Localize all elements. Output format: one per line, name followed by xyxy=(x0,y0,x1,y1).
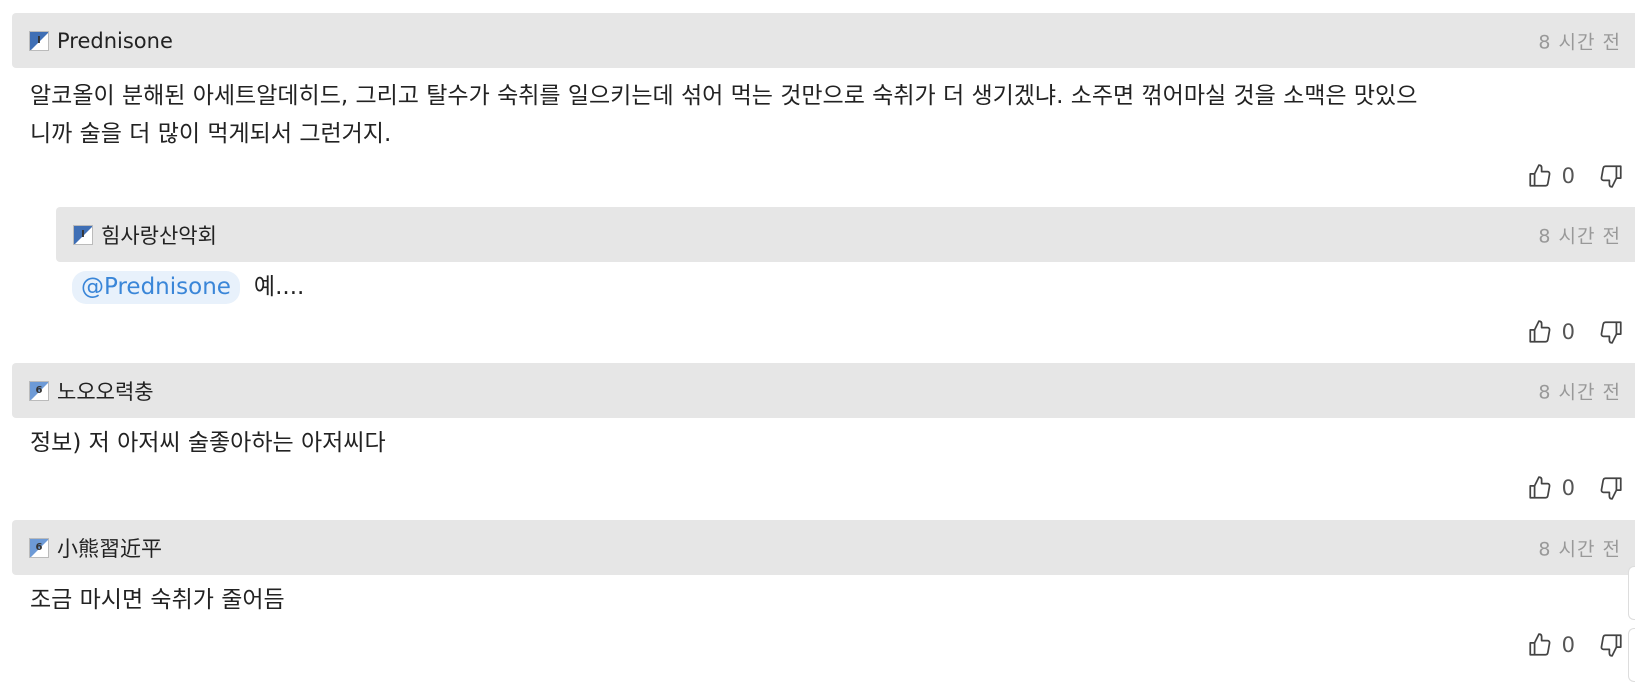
comment-body: 정보) 저 아저씨 술좋아하는 아저씨다 xyxy=(30,424,1635,462)
vote-bar: 0 xyxy=(1526,629,1625,661)
comment-text-line: 니까 술을 더 많이 먹게되서 그런거지. xyxy=(30,121,392,147)
like-count: 0 xyxy=(1561,320,1575,344)
thumbs-up-icon[interactable] xyxy=(1526,318,1554,346)
comment-author[interactable]: 노오오력충 xyxy=(57,376,154,406)
thumbs-down-icon[interactable] xyxy=(1597,162,1625,190)
comment-header: I Prednisone 8 시간 전 xyxy=(12,13,1635,68)
vote-bar: 0 xyxy=(1526,472,1625,504)
comment-time: 8 시간 전 xyxy=(1538,225,1621,247)
user-level-icon: I xyxy=(73,224,93,245)
floating-tab[interactable] xyxy=(1628,628,1635,682)
comment-text: 예.... xyxy=(253,274,305,300)
vote-bar: 0 xyxy=(1526,316,1625,348)
like-count: 0 xyxy=(1561,633,1575,657)
user-level-icon: 6 xyxy=(29,380,49,401)
vote-bar: 0 xyxy=(1526,160,1625,192)
like-count: 0 xyxy=(1561,476,1575,500)
comment-time: 8 시간 전 xyxy=(1538,538,1621,560)
thumbs-down-icon[interactable] xyxy=(1597,474,1625,502)
comment-author[interactable]: Prednisone xyxy=(57,29,173,53)
thumbs-up-icon[interactable] xyxy=(1526,474,1554,502)
thumbs-up-icon[interactable] xyxy=(1526,162,1554,190)
thumbs-up-icon[interactable] xyxy=(1526,631,1554,659)
mention-tag[interactable]: @Prednisone xyxy=(72,271,240,304)
comment-text: 정보) 저 아저씨 술좋아하는 아저씨다 xyxy=(30,430,386,456)
like-count: 0 xyxy=(1561,164,1575,188)
floating-tab[interactable] xyxy=(1628,566,1635,620)
comment-header: I 힘사랑산악회 8 시간 전 xyxy=(56,207,1635,262)
comment-time: 8 시간 전 xyxy=(1538,31,1621,53)
comment-author[interactable]: 小熊習近平 xyxy=(57,533,162,563)
user-level-icon: 6 xyxy=(29,537,49,558)
comment-time: 8 시간 전 xyxy=(1538,381,1621,403)
comment-body: @Prednisone 예.... xyxy=(72,268,1635,306)
user-level-icon: I xyxy=(29,30,49,51)
comment-header: 6 小熊習近平 8 시간 전 xyxy=(12,520,1635,575)
comment-header: 6 노오오력충 8 시간 전 xyxy=(12,363,1635,418)
thumbs-down-icon[interactable] xyxy=(1597,318,1625,346)
thumbs-down-icon[interactable] xyxy=(1597,631,1625,659)
comment-body: 조금 마시면 숙취가 줄어듬 xyxy=(30,581,1635,619)
comment-author[interactable]: 힘사랑산악회 xyxy=(101,220,217,250)
comment-text-line: 알코올이 분해된 아세트알데히드, 그리고 탈수가 숙취를 일으키는데 섞어 먹… xyxy=(30,83,1418,109)
comment-body: 알코올이 분해된 아세트알데히드, 그리고 탈수가 숙취를 일으키는데 섞어 먹… xyxy=(30,77,1635,153)
comment-text: 조금 마시면 숙취가 줄어듬 xyxy=(30,587,285,613)
